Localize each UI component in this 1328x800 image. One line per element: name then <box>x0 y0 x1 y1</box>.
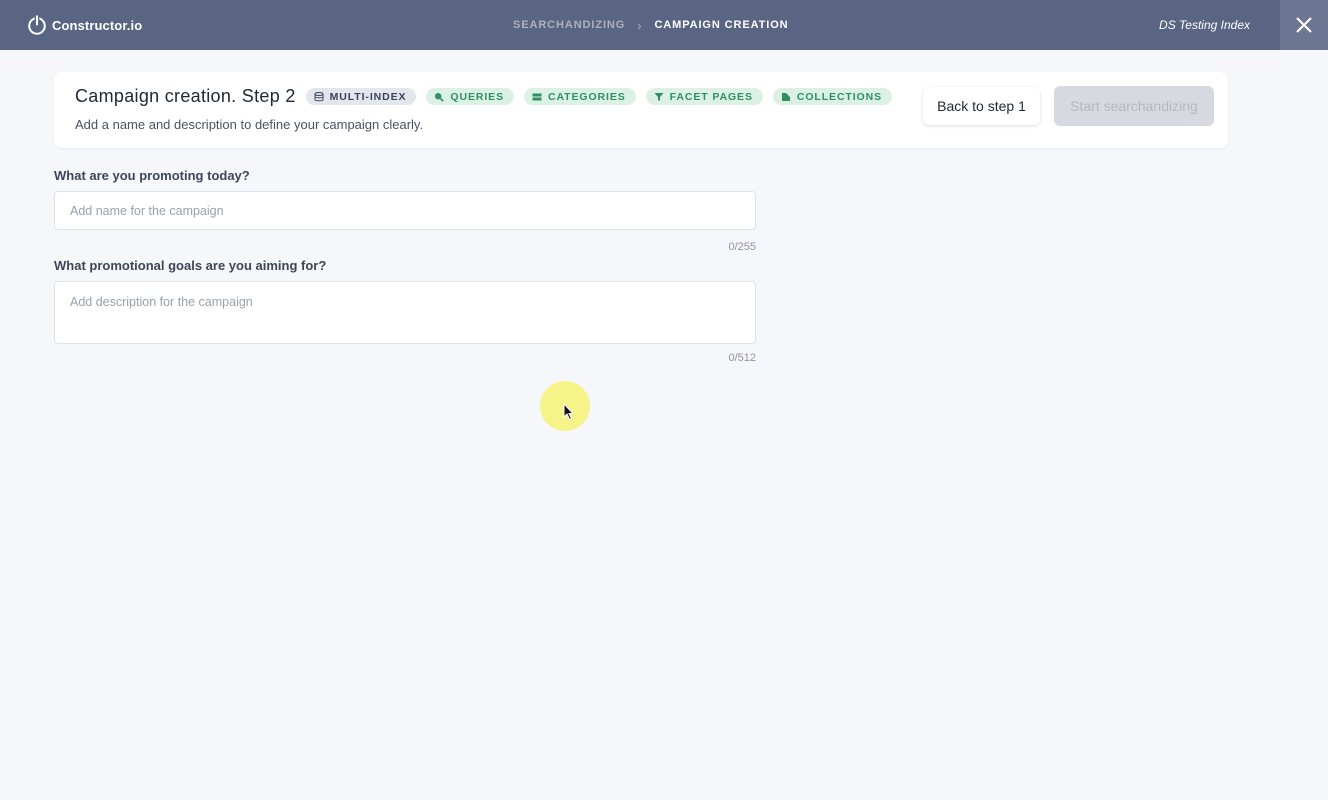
name-char-counter: 0/255 <box>728 241 756 253</box>
chip-label: MULTI-INDEX <box>329 90 407 103</box>
back-to-step-1-button[interactable]: Back to step 1 <box>923 87 1040 125</box>
chip-label: QUERIES <box>450 90 504 103</box>
logo[interactable]: Constructor.io <box>26 13 142 37</box>
chip-categories: CATEGORIES <box>523 88 636 105</box>
campaign-description-input[interactable] <box>54 281 756 344</box>
power-logo-icon <box>28 15 46 35</box>
chip-multi-index: MULTI-INDEX <box>305 88 417 105</box>
start-searchandizing-button[interactable]: Start searchandizing <box>1054 86 1214 126</box>
chip-queries: QUERIES <box>426 88 514 105</box>
campaign-name-input[interactable] <box>54 191 756 230</box>
chevron-right-icon: › <box>637 17 643 33</box>
close-button[interactable] <box>1280 0 1328 50</box>
campaign-name-label: What are you promoting today? <box>54 168 250 183</box>
description-char-counter: 0/512 <box>728 352 756 364</box>
breadcrumb-campaign-creation: CAMPAIGN CREATION <box>654 19 789 31</box>
list-icon <box>532 93 542 100</box>
chip-collections: COLLECTIONS <box>772 88 893 105</box>
chip-label: FACET PAGES <box>669 90 753 103</box>
campaign-header-card: Campaign creation. Step 2 MULTI-INDEX QU… <box>54 72 1228 148</box>
page-subtitle: Add a name and description to define you… <box>75 117 424 132</box>
breadcrumb: SEARCHANDIZING › CAMPAIGN CREATION <box>513 0 789 50</box>
breadcrumb-searchandizing[interactable]: SEARCHANDIZING <box>513 19 625 31</box>
logo-text: Constructor.io <box>52 17 143 33</box>
top-bar: Constructor.io SEARCHANDIZING › CAMPAIGN… <box>0 0 1328 50</box>
collection-icon <box>781 92 790 101</box>
mouse-pointer-icon <box>563 403 575 421</box>
campaign-description-label: What promotional goals are you aiming fo… <box>54 258 327 273</box>
filter-icon <box>654 92 664 101</box>
database-icon <box>314 91 324 101</box>
search-icon <box>435 92 445 102</box>
chip-facet-pages: FACET PAGES <box>645 88 763 105</box>
chip-label: CATEGORIES <box>547 90 626 103</box>
chip-label: COLLECTIONS <box>796 90 883 103</box>
page-title: Campaign creation. Step 2 <box>75 86 296 106</box>
close-icon <box>1296 17 1312 33</box>
title-row: Campaign creation. Step 2 MULTI-INDEX QU… <box>75 86 893 107</box>
index-name: DS Testing Index <box>1159 18 1250 32</box>
